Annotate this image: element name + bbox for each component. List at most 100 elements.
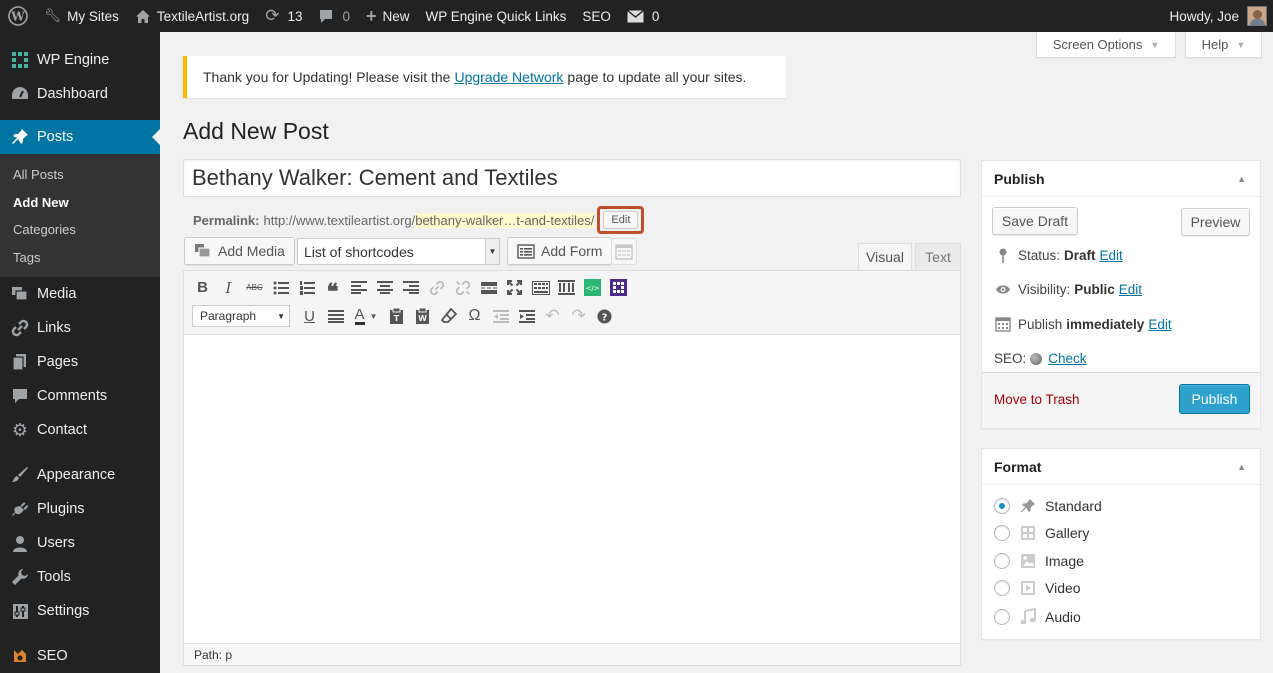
publish-box-header[interactable]: Publish ▲	[982, 161, 1260, 197]
post-title-input[interactable]: Bethany Walker: Cement and Textiles	[183, 159, 961, 197]
upgrade-network-link[interactable]: Upgrade Network	[454, 69, 563, 85]
eraser-icon[interactable]	[438, 306, 459, 327]
format-option-audio[interactable]: Audio	[994, 608, 1081, 625]
radio-video[interactable]	[994, 580, 1010, 596]
publish-time-edit-link[interactable]: Edit	[1148, 317, 1171, 332]
save-draft-button[interactable]: Save Draft	[992, 207, 1078, 235]
justify-icon[interactable]	[325, 306, 346, 327]
redo-icon[interactable]: ↷	[568, 306, 589, 327]
move-to-trash-link[interactable]: Move to Trash	[994, 392, 1080, 407]
calendar-button[interactable]	[611, 238, 637, 265]
menu-item-settings[interactable]: Settings	[0, 594, 160, 628]
format-option-image[interactable]: Image	[994, 553, 1084, 569]
code-embed-icon[interactable]: </>	[582, 277, 603, 298]
blockquote-icon[interactable]: ❝	[322, 277, 343, 302]
numbered-list-icon[interactable]	[296, 277, 317, 298]
editor-content-area[interactable]	[184, 335, 960, 645]
indent-icon[interactable]	[516, 306, 537, 327]
paste-word-icon[interactable]: W	[412, 306, 433, 327]
wp-engine-quick-links[interactable]: WP Engine Quick Links	[418, 0, 575, 32]
account-menu[interactable]: Howdy, Joe	[1169, 6, 1273, 26]
read-more-icon[interactable]	[478, 277, 499, 298]
bold-icon[interactable]: B	[192, 277, 213, 298]
help-question-icon[interactable]: ?	[594, 306, 615, 327]
collapse-arrow-icon[interactable]: ▲	[1237, 462, 1246, 472]
bulleted-list-icon[interactable]	[270, 277, 291, 298]
my-sites-menu[interactable]: 🔧︎ My Sites	[36, 0, 127, 32]
text-color-icon[interactable]: A ▼	[351, 306, 381, 327]
permalink-edit-button[interactable]: Edit	[603, 211, 639, 229]
seo-menu[interactable]: SEO	[574, 0, 619, 32]
menu-item-links[interactable]: Links	[0, 311, 160, 345]
menu-item-plugins[interactable]: Plugins	[0, 492, 160, 526]
menu-item-appearance[interactable]: Appearance	[0, 458, 160, 492]
seo-label: SEO:	[994, 351, 1027, 366]
menu-item-media[interactable]: Media	[0, 277, 160, 311]
site-name-label: TextileArtist.org	[156, 8, 250, 24]
insert-link-icon[interactable]	[426, 277, 447, 298]
menu-item-wp-engine[interactable]: WP Engine	[0, 43, 160, 77]
menu-item-pages[interactable]: Pages	[0, 345, 160, 379]
add-media-button[interactable]: Add Media	[184, 237, 295, 265]
tab-text[interactable]: Text	[915, 243, 961, 270]
menu-item-posts[interactable]: Posts	[0, 120, 160, 154]
menu-item-dashboard[interactable]: Dashboard	[0, 77, 160, 111]
plus-icon: +	[365, 5, 377, 26]
visibility-label: Visibility:	[1018, 282, 1071, 297]
updates-menu[interactable]: ⟳ 13	[257, 0, 310, 32]
columns-icon[interactable]	[556, 277, 577, 298]
format-box-header[interactable]: Format ▲	[982, 449, 1260, 485]
collapse-arrow-icon[interactable]: ▲	[1237, 174, 1246, 184]
preview-button[interactable]: Preview	[1181, 208, 1250, 236]
outdent-icon[interactable]	[490, 306, 511, 327]
underline-icon[interactable]: U	[299, 306, 320, 327]
toolbar-toggle-icon[interactable]	[530, 277, 551, 298]
wordpress-logo[interactable]: W	[0, 0, 36, 32]
shortcodes-select[interactable]: List of shortcodes ▼	[297, 238, 500, 265]
comments-menu[interactable]: 0	[310, 0, 358, 32]
submenu-tags[interactable]: Tags	[0, 244, 160, 272]
submenu-add-new[interactable]: Add New	[0, 189, 160, 217]
menu-item-tools[interactable]: Tools	[0, 560, 160, 594]
mail-menu[interactable]: 0	[619, 0, 668, 32]
add-form-button[interactable]: Add Form	[507, 237, 613, 265]
publish-button[interactable]: Publish	[1179, 384, 1250, 414]
align-right-icon[interactable]	[400, 277, 421, 298]
radio-standard[interactable]	[994, 498, 1010, 514]
fullscreen-icon[interactable]	[504, 277, 525, 298]
omega-special-char-icon[interactable]: Ω	[464, 306, 485, 327]
paste-text-icon[interactable]: T	[386, 306, 407, 327]
visibility-edit-link[interactable]: Edit	[1119, 282, 1142, 297]
menu-item-seo[interactable]: SEO	[0, 639, 160, 673]
format-option-gallery[interactable]: Gallery	[994, 525, 1089, 541]
help-button[interactable]: Help ▼	[1185, 32, 1262, 58]
unlink-icon[interactable]	[452, 277, 473, 298]
paintbrush-icon	[10, 465, 30, 485]
tab-visual[interactable]: Visual	[858, 243, 912, 270]
format-option-standard[interactable]: Standard	[994, 498, 1102, 514]
align-center-icon[interactable]	[374, 277, 395, 298]
comment-bubble-icon	[10, 386, 30, 406]
site-name-menu[interactable]: TextileArtist.org	[127, 0, 257, 32]
strikethrough-icon[interactable]: ABC	[244, 277, 265, 298]
new-content-menu[interactable]: + New	[358, 0, 418, 32]
radio-gallery[interactable]	[994, 525, 1010, 541]
seo-check-link[interactable]: Check	[1048, 351, 1086, 366]
radio-image[interactable]	[994, 553, 1010, 569]
menu-item-contact[interactable]: ⚙ Contact	[0, 413, 160, 447]
format-option-video[interactable]: Video	[994, 580, 1081, 596]
italic-icon[interactable]: I	[218, 277, 239, 298]
comment-bubble-icon	[320, 9, 333, 23]
submenu-all-posts[interactable]: All Posts	[0, 161, 160, 189]
status-edit-link[interactable]: Edit	[1100, 248, 1123, 263]
radio-audio[interactable]	[994, 608, 1010, 625]
notice-text-after: page to update all your sites.	[567, 69, 747, 85]
menu-item-users[interactable]: Users	[0, 526, 160, 560]
format-select[interactable]: Paragraph ▼	[192, 305, 290, 327]
screen-options-button[interactable]: Screen Options ▼	[1036, 32, 1176, 58]
align-left-icon[interactable]	[348, 277, 369, 298]
undo-icon[interactable]: ↶	[542, 306, 563, 327]
table-grid-icon[interactable]	[608, 277, 629, 298]
menu-item-comments[interactable]: Comments	[0, 379, 160, 413]
submenu-categories[interactable]: Categories	[0, 216, 160, 244]
